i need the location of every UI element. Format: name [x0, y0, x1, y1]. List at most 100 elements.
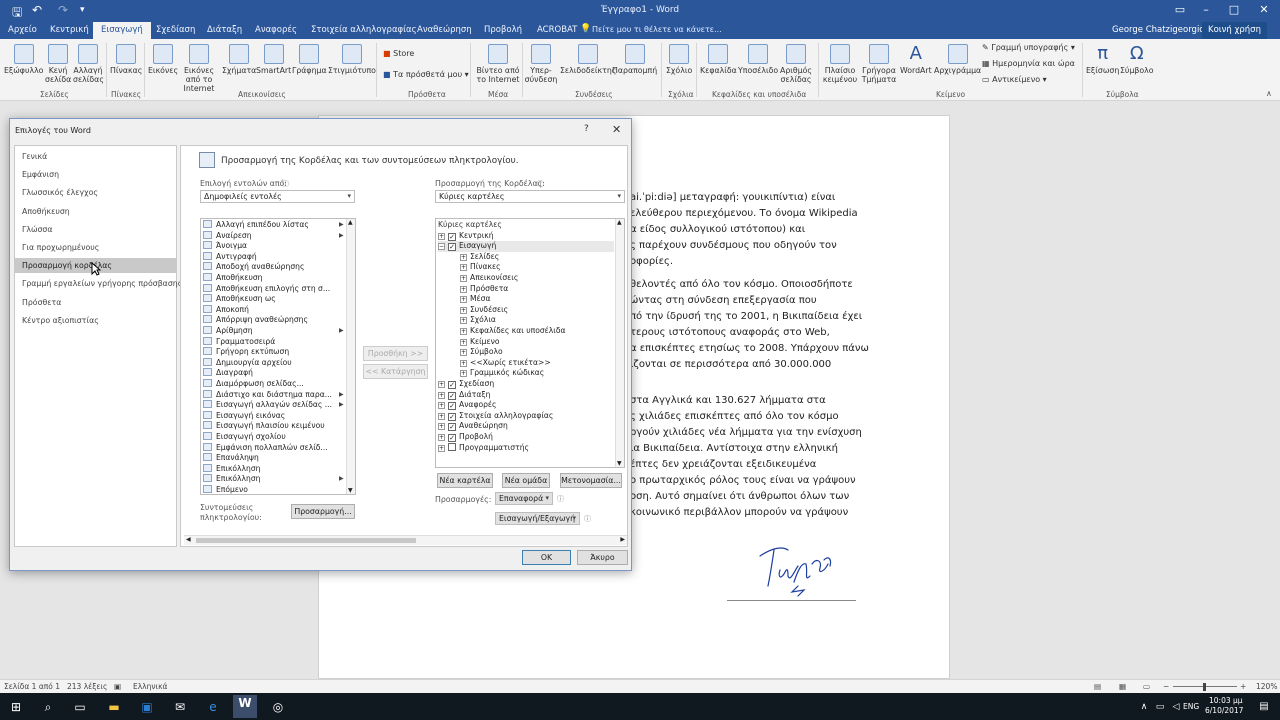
document-line[interactable]: ai.ˈpiːdiə] μεταγραφή: γουικιπίντια) είν… — [630, 190, 835, 206]
scroll-left-icon[interactable]: ◀ — [186, 536, 191, 543]
document-line[interactable]: έπτες δεν χρειάζονται εξειδικευμένα — [630, 457, 816, 473]
redo-icon[interactable]: ↷ — [58, 3, 68, 17]
zoom-out-icon[interactable]: − — [1163, 682, 1169, 691]
nav-item[interactable]: Γλωσσικός έλεγχος — [15, 185, 176, 200]
file-explorer-icon[interactable]: ▬ — [106, 699, 122, 715]
expand-icon[interactable]: + — [460, 317, 467, 325]
bookmark-button[interactable]: Σελιδοδείκτης — [560, 44, 616, 75]
tree-node[interactable]: + Σύμβολο — [460, 347, 503, 358]
expand-icon[interactable]: + — [460, 338, 467, 346]
expand-icon[interactable]: + — [460, 296, 467, 304]
tab-insert[interactable]: Εισαγωγή — [93, 22, 151, 39]
command-item[interactable]: Επικόλληση ▶ — [203, 474, 344, 485]
nav-item[interactable]: Γλώσσα — [15, 222, 176, 237]
tab-checkbox[interactable] — [448, 442, 456, 451]
collapse-icon[interactable]: − — [438, 243, 445, 251]
new-group-button[interactable]: Νέα ομάδα — [502, 473, 550, 488]
equation-button[interactable]: π Εξίσωση — [1086, 44, 1119, 76]
command-item[interactable]: Εισαγωγή σχολίου — [203, 432, 286, 443]
symbol-button[interactable]: Ω Σύμβολο — [1120, 44, 1154, 76]
collapse-ribbon-icon[interactable]: ∧ — [1266, 89, 1272, 98]
expand-icon[interactable]: + — [438, 434, 445, 441]
expand-icon[interactable]: + — [438, 444, 445, 452]
command-item[interactable]: Εισαγωγή αλλαγών σελίδας ... ▶ — [203, 400, 344, 411]
expand-icon[interactable]: + — [460, 285, 467, 293]
tree-node[interactable]: + ✓ Κεντρική — [438, 231, 494, 242]
commands-list[interactable]: ▲ ▼ Αλλαγή επιπέδου λίστας ▶ Αναίρεση ▶ Άνοι… — [200, 218, 356, 495]
page-number-button[interactable]: Αριθμός σελίδας — [778, 44, 814, 84]
tab-design[interactable]: Σχεδίαση — [156, 25, 195, 35]
expand-icon[interactable]: + — [460, 306, 467, 314]
tray-chevron-icon[interactable]: ∧ — [1136, 699, 1152, 715]
share-button[interactable]: Κοινή χρήση — [1202, 22, 1267, 39]
page-break-button[interactable]: Αλλαγή σελίδας — [73, 44, 104, 84]
print-layout-icon[interactable]: ▦ — [1119, 682, 1126, 691]
expand-icon[interactable]: + — [460, 359, 467, 367]
tree-node[interactable]: + ✓ Προβολή — [438, 432, 493, 443]
tree-node[interactable]: + ✓ Διάταξη — [438, 390, 490, 401]
command-item[interactable]: Εισαγωγή πλαισίου κειμένου — [203, 421, 325, 432]
task-view-icon[interactable]: ▭ — [72, 699, 88, 715]
page-count[interactable]: Σελίδα 1 από 1 — [4, 682, 60, 691]
reset-dropdown[interactable]: Επαναφορά ▾ — [495, 492, 553, 505]
document-line[interactable]: ργούν χιλιάδες νέα λήμματα για την ενίσχ… — [630, 425, 862, 441]
signature-line-button[interactable]: ✎ Γραμμή υπογραφής ▾ — [982, 43, 1075, 52]
help-icon[interactable]: ? — [584, 124, 589, 134]
command-item[interactable]: Δημιουργία αρχείου — [203, 357, 292, 369]
drop-cap-button[interactable]: Αρχιγράμμα — [934, 44, 981, 75]
document-line[interactable]: ο πρωταρχικός ρόλος τους είναι να γράψου… — [630, 473, 856, 489]
command-item[interactable]: Αλλαγή επιπέδου λίστας ▶ — [203, 220, 344, 231]
tree-node[interactable]: + Σελίδες — [460, 252, 499, 263]
tree-node[interactable]: + Κείμενο — [460, 337, 499, 348]
nav-item[interactable]: Γραμμή εργαλείων γρήγορης πρόσβασης — [15, 276, 182, 291]
tree-node[interactable]: + Πίνακες — [460, 262, 501, 273]
undo-icon[interactable]: ↶ — [32, 3, 42, 17]
command-item[interactable]: Επανάληψη — [203, 453, 259, 464]
tab-checkbox[interactable]: ✓ — [448, 232, 456, 241]
ribbon-options-icon[interactable]: ▭ — [1166, 3, 1194, 16]
expand-icon[interactable]: + — [460, 370, 467, 378]
cancel-button[interactable]: Άκυρο — [577, 550, 628, 565]
table-button[interactable]: Πίνακας — [110, 44, 142, 75]
command-item[interactable]: Απόρριψη αναθεώρησης — [203, 315, 308, 326]
smartart-button[interactable]: SmartArt — [256, 44, 291, 75]
tab-review[interactable]: Αναθεώρηση — [417, 25, 472, 35]
word-count[interactable]: 213 λέξεις — [67, 682, 107, 691]
tab-checkbox[interactable]: ✓ — [448, 402, 456, 411]
command-item[interactable]: Αποκοπή — [203, 304, 249, 316]
wordart-button[interactable]: A WordArt — [900, 44, 932, 76]
nav-item[interactable]: Για προχωρημένους — [15, 240, 176, 255]
pictures-button[interactable]: Εικόνες — [148, 44, 178, 75]
zoom-level[interactable]: 120% — [1256, 682, 1277, 691]
windows-start-icon[interactable]: ⊞ — [8, 699, 24, 715]
input-language[interactable]: ENG — [1183, 702, 1199, 711]
zoom-in-icon[interactable]: + — [1240, 682, 1246, 691]
tab-acrobat[interactable]: ACROBAT — [537, 25, 577, 35]
edge-icon[interactable]: e — [205, 699, 221, 715]
zoom-slider-thumb[interactable] — [1203, 683, 1206, 691]
expand-icon[interactable]: + — [438, 412, 445, 420]
tree-node[interactable]: + Κεφαλίδες και υποσέλιδα — [460, 326, 566, 337]
tab-checkbox[interactable]: ✓ — [448, 391, 456, 400]
expand-icon[interactable]: + — [438, 391, 445, 399]
expand-icon[interactable]: + — [460, 275, 467, 282]
clock-date[interactable]: 6/10/2017 — [1205, 706, 1243, 715]
store-button[interactable]: ■ Store — [383, 49, 414, 58]
mail-icon[interactable]: ✉ — [172, 699, 188, 715]
expand-icon[interactable]: + — [438, 423, 445, 431]
expand-icon[interactable]: + — [460, 349, 467, 357]
scroll-up-icon[interactable]: ▲ — [617, 219, 622, 226]
expand-icon[interactable]: + — [438, 232, 445, 240]
tree-node[interactable]: + Σχόλια — [460, 315, 496, 326]
clock-time[interactable]: 10:03 μμ — [1209, 696, 1243, 705]
ribbon-tabs-tree[interactable]: ▲ ▼ Κύριες καρτέλες + ✓ Κεντρική − ✓ Εισαγωγή +… — [435, 218, 625, 468]
tab-checkbox[interactable]: ✓ — [448, 243, 456, 252]
document-line[interactable]: ιζονται σε περισσότερα από 30.000.000 — [630, 357, 831, 373]
online-pictures-button[interactable]: Εικόνες από το Internet — [178, 44, 220, 93]
scroll-down-icon[interactable]: ▼ — [617, 460, 622, 467]
scroll-down-icon[interactable]: ▼ — [348, 487, 353, 494]
document-line[interactable]: στα Αγγλικά και 130.627 λήμματα στα — [630, 393, 826, 409]
document-line[interactable]: ώντας στη σύνδεση επεξεργασία που — [630, 293, 817, 309]
store-app-icon[interactable]: ▣ — [139, 699, 155, 715]
document-line[interactable]: ελεύθερου περιεχόμενου. Το όνομα Wikiped… — [630, 206, 858, 222]
